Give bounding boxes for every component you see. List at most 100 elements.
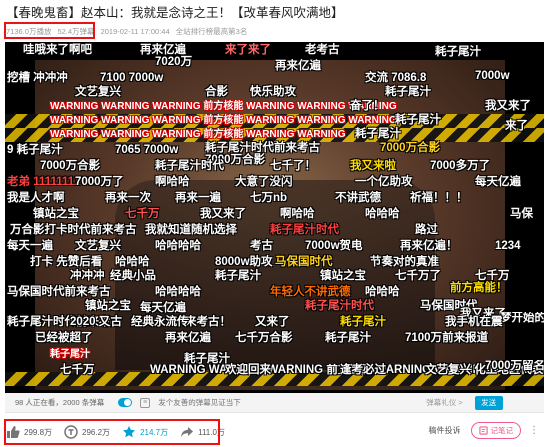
danmaku-comment: 7000万了 xyxy=(75,176,124,188)
danmaku-comment: 啊哈哈 xyxy=(280,208,315,220)
danmaku-comment: 打卡 先赞后看 xyxy=(30,256,103,268)
danmaku-comment: 路过 xyxy=(415,224,438,236)
danmaku-toggle[interactable] xyxy=(118,398,133,407)
danmaku-comment: 每天亿遍 xyxy=(475,176,521,188)
danmaku-layer: 哇哦来了啊吧 再来亿遍 来了来了 老考古 7020万 耗子尾汁 7100 7000w 挖槽 冲… xyxy=(5,42,544,393)
danmaku-comment: 7100 7000w xyxy=(100,72,164,84)
danmaku-comment: 7000万合影 xyxy=(40,160,101,172)
danmaku-settings-icon[interactable]: ≡ xyxy=(140,397,151,408)
rank-info[interactable]: 全站排行榜最高第3名 xyxy=(176,26,248,37)
danmaku-comment: 耗子尾汁时代 xyxy=(305,300,374,312)
danmaku-comment: 经典小品 xyxy=(110,270,156,282)
danmaku-comment: 七千万 xyxy=(125,208,160,220)
danmaku-comment: 我又来了 xyxy=(200,208,246,220)
danmaku-comment: 大意了没闪 xyxy=(235,176,293,188)
danmaku-comment: 一个亿助攻 xyxy=(355,176,413,188)
danmaku-control-bar: 98 人正在看，2000 条弹幕 ≡ 弹幕礼仪 > 发送 xyxy=(5,393,544,413)
danmaku-comment: 镇站之宝 xyxy=(33,208,79,220)
danmaku-comment: 奋了！ xyxy=(350,100,385,112)
danmaku-comment: 耗子尾汁 xyxy=(385,86,431,98)
danmaku-comment: 七千万 xyxy=(60,364,95,376)
danmaku-comment: 七万nb xyxy=(250,192,288,204)
danmaku-comment: 合影 xyxy=(205,86,228,98)
danmaku-comment: 挖槽 冲冲冲 xyxy=(7,72,68,84)
danmaku-comment: 镇站之宝 xyxy=(320,270,366,282)
danmaku-comment: 耗子尾汁 xyxy=(435,46,481,58)
danmaku-comment: 七千万合影 xyxy=(235,332,293,344)
danmaku-comment: 7000w贺电 xyxy=(305,240,363,252)
danmaku-comment: 交流 7086.8 xyxy=(365,72,427,84)
danmaku-comment: 2020 又 xyxy=(70,316,111,328)
send-danmaku-button[interactable]: 发送 xyxy=(474,395,503,410)
danmaku-comment: 万合影打卡时代前来考古 xyxy=(10,224,137,236)
danmaku-comment: 哈哈哈 xyxy=(365,208,400,220)
danmaku-comment: 七千万了 xyxy=(395,270,441,282)
danmaku-comment: 哇哦来了啊吧 xyxy=(23,44,92,56)
danmaku-comment: 哈哈哈 xyxy=(365,286,400,298)
danmaku-comment: 马保国时代前来考古 xyxy=(7,286,111,298)
danmaku-comment: 来了 xyxy=(505,120,528,132)
danmaku-comment: 我又来啦 xyxy=(350,160,396,172)
danmaku-comment: 哈哈哈 xyxy=(115,256,150,268)
danmaku-comment: 7000w xyxy=(475,70,510,82)
danmaku-comment: 逢考必过 xyxy=(340,364,386,376)
danmaku-comment: 1234 xyxy=(495,240,521,252)
danmaku-comment: 耗子尾汁 xyxy=(325,332,371,344)
danmaku-comment: 耗子尾汁 xyxy=(355,128,401,140)
danmaku-comment: 耗子尾汁时代 xyxy=(155,160,224,172)
danmaku-comment: 我是人才啊 xyxy=(7,192,65,204)
danmaku-comment: 欢迎回来 xyxy=(225,364,271,376)
danmaku-comment: 再来亿遍 xyxy=(275,60,321,72)
report-link[interactable]: 稿件投诉 xyxy=(429,425,461,436)
danmaku-comment: 每天亿遍 xyxy=(140,302,186,314)
danmaku-comment: 我手机在震 xyxy=(445,316,503,328)
danmaku-comment: 考古 xyxy=(250,240,273,252)
danmaku-comment: 哈哈哈哈 xyxy=(155,286,201,298)
danmaku-comment: 又来了 xyxy=(255,316,290,328)
danmaku-comment: 每天一遍 xyxy=(7,240,53,252)
danmaku-input[interactable] xyxy=(158,395,409,410)
danmaku-comment: 祈福！！！ xyxy=(410,192,468,204)
danmaku-comment: 文艺复兴 xyxy=(75,240,121,252)
note-button[interactable]: 记笔记 xyxy=(470,422,521,439)
danmaku-comment: WARNING WARNING WARNING 前方核能 WARNING WAR… xyxy=(50,115,397,126)
danmaku-comment: 马保国时代 xyxy=(275,256,333,268)
more-options-icon[interactable]: ⋮ xyxy=(529,425,540,436)
danmaku-comment: 老考古 xyxy=(305,44,340,56)
danmaku-comment: 9 耗子尾汁 xyxy=(7,144,63,156)
danmaku-comment: 七千了！ xyxy=(270,160,316,172)
danmaku-comment: 我又来了 xyxy=(485,100,531,112)
danmaku-comment: 年轻人不讲武德 xyxy=(270,286,351,298)
viewer-count: 98 人正在看，2000 条弹幕 xyxy=(15,398,105,407)
danmaku-comment: WARNING WARNING WARNING 前方核能 WARNING WAR… xyxy=(50,101,397,112)
danmaku-comment: 7065 7000w xyxy=(115,144,179,156)
danmaku-comment: 前方高能！ xyxy=(450,282,508,294)
danmaku-comment: 再来亿遍！ xyxy=(400,240,458,252)
danmaku-etiquette-link[interactable]: 弹幕礼仪 > xyxy=(426,397,462,408)
danmaku-comment: 节奏对的真准 xyxy=(370,256,439,268)
danmaku-comment: 啊哈哈 xyxy=(155,176,190,188)
video-player[interactable]: 哇哦来了啊吧 再来亿遍 来了来了 老考古 7020万 耗子尾汁 7100 7000w 挖槽 冲… xyxy=(5,42,544,393)
danmaku-comment: 我就知道随机选择 xyxy=(145,224,237,236)
danmaku-comment: 梦开始的地方 xyxy=(500,312,544,324)
danmaku-comment: 来考古！ xyxy=(185,316,231,328)
danmaku-comment: 再来一次 xyxy=(105,192,151,204)
danmaku-comment: 老弟 11111111 xyxy=(7,176,80,188)
danmaku-comment: 来了来了 xyxy=(225,44,271,56)
danmaku-comment: 耗子尾汁 xyxy=(395,114,441,126)
danmaku-comment: 7000万留名 xyxy=(485,360,544,372)
actions-highlight-box xyxy=(4,419,220,445)
danmaku-comment: 7000多万了 xyxy=(430,160,491,172)
danmaku-comment: 7100万前来报道 xyxy=(405,332,489,344)
note-icon xyxy=(478,426,488,435)
danmaku-comment: WARNING WARNING WARNING 前方核能 WARNING WAR… xyxy=(50,129,346,140)
right-tools: 稿件投诉 记笔记 ⋮ xyxy=(429,422,541,439)
publish-date: 2019-02-11 17:00:44 xyxy=(100,26,170,36)
danmaku-comment: 不讲武德 xyxy=(335,192,381,204)
danmaku-comment: 马保 xyxy=(510,208,533,220)
danmaku-comment: 耗子尾汁 xyxy=(50,349,90,360)
danmaku-comment: 快乐助攻 xyxy=(250,86,296,98)
danmaku-comment: 再来亿遍 xyxy=(165,332,211,344)
danmaku-comment: 8000w助攻 xyxy=(215,256,273,268)
danmaku-comment: 哈哈哈哈 xyxy=(155,240,201,252)
